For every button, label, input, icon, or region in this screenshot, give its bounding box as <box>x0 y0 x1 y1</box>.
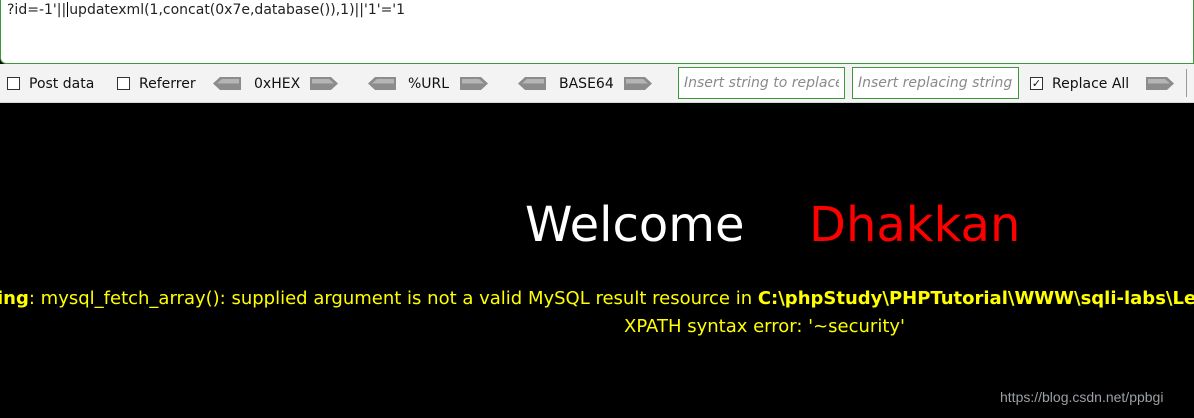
referrer-checkbox[interactable]: Referrer <box>117 64 196 103</box>
php-warning-line: ing: mysql_fetch_array(): supplied argum… <box>0 286 1194 312</box>
replace-all-checkbox-box[interactable]: ✓ <box>1030 77 1043 90</box>
base64-encode-arrow-icon[interactable] <box>624 77 652 90</box>
replace-arrow-icon[interactable] <box>1146 77 1174 90</box>
referrer-label: Referrer <box>139 75 196 92</box>
name-heading: Dhakkan <box>809 197 1021 253</box>
hackbar-toolbar: Post data Referrer 0xHEX %URL BASE64 ✓ R… <box>0 64 1194 103</box>
hex-encode-arrow-icon[interactable] <box>310 77 338 90</box>
replace-string-input[interactable] <box>852 67 1019 99</box>
hex-label: 0xHEX <box>254 75 301 92</box>
post-data-checkbox-box[interactable] <box>7 77 20 90</box>
base64-label: BASE64 <box>559 75 614 92</box>
warning-prefix: ing <box>0 288 29 309</box>
url-after-cursor: updatexml(1,concat(0x7e,database()),1)||… <box>69 2 406 18</box>
post-data-label: Post data <box>29 75 95 92</box>
referrer-checkbox-box[interactable] <box>117 77 130 90</box>
toolbar-separator <box>1186 69 1187 97</box>
url-label: %URL <box>408 75 450 92</box>
xpath-error-message: XPATH syntax error: '~security' <box>624 316 905 337</box>
url-decode-arrow-icon[interactable] <box>368 77 396 90</box>
url-text: ?id=-1'|| updatexml(1,concat(0x7e,databas… <box>7 1 405 19</box>
replace-all-checkbox[interactable]: ✓ Replace All <box>1030 64 1129 103</box>
url-textarea[interactable]: ?id=-1'|| updatexml(1,concat(0x7e,databas… <box>0 0 1194 64</box>
warning-message: : mysql_fetch_array(): supplied argument… <box>28 288 758 309</box>
warning-file-path: C:\phpStudy\PHPTutorial\WWW\sqli-labs\Le… <box>757 288 1194 309</box>
hex-decode-arrow-icon[interactable] <box>213 77 241 90</box>
welcome-heading: Welcome <box>525 197 745 253</box>
url-before-cursor: ?id=-1'|| <box>7 2 67 18</box>
replace-all-label: Replace All <box>1052 75 1130 92</box>
base64-decode-arrow-icon[interactable] <box>518 77 546 90</box>
search-string-input[interactable] <box>678 67 845 99</box>
watermark-text: https://blog.csdn.net/ppbgi <box>1000 389 1164 405</box>
post-data-checkbox[interactable]: Post data <box>7 64 94 103</box>
url-encode-arrow-icon[interactable] <box>460 77 488 90</box>
